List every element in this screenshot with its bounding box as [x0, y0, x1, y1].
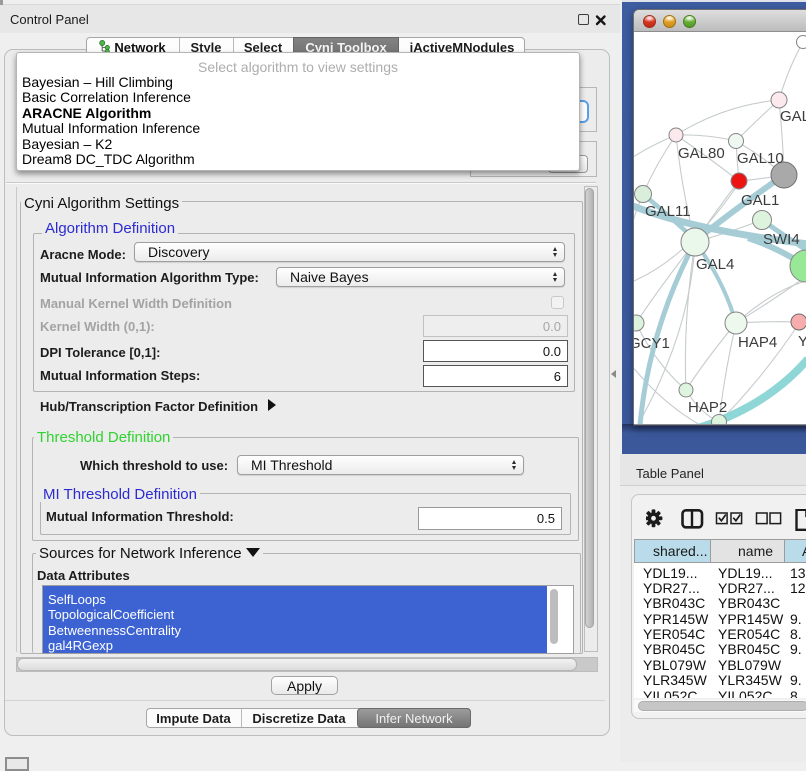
svg-text:GCY1: GCY1: [634, 335, 670, 352]
svg-text:GAL11: GAL11: [645, 203, 691, 220]
svg-text:HAP4: HAP4: [738, 334, 777, 351]
svg-text:GAL4: GAL4: [696, 256, 734, 273]
svg-text:SWI4: SWI4: [763, 231, 800, 248]
svg-text:HAP2: HAP2: [688, 399, 727, 416]
svg-text:GAL10: GAL10: [737, 150, 784, 167]
svg-text:GAL1: GAL1: [741, 192, 779, 209]
svg-text:Y: Y: [798, 333, 806, 350]
svg-text:GAL: GAL: [780, 108, 806, 125]
svg-text:GAL80: GAL80: [678, 145, 725, 162]
